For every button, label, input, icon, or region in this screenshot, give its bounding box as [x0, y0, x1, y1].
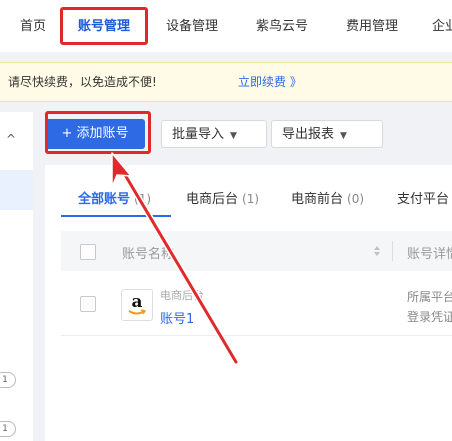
- highlight-box-add-button: [45, 111, 151, 154]
- account-tabs: 全部账号 (1) 电商后台 (1) 电商前台 (0) 支付平台: [45, 165, 452, 223]
- account-category: 电商后台: [160, 289, 204, 302]
- account-detail-credential: 登录凭证: [407, 310, 452, 324]
- sidebar-count-badge: 1: [0, 421, 16, 437]
- renewal-notice: 请尽快续费，以免造成不便! 立即续费 》: [0, 62, 452, 102]
- nav-home[interactable]: 首页: [20, 17, 46, 37]
- sidebar-selected-item[interactable]: [0, 170, 33, 210]
- tab-label: 电商前台: [291, 192, 344, 207]
- caret-down-icon: ▼: [230, 131, 237, 141]
- column-divider: [392, 241, 393, 261]
- tab-count: (0): [347, 192, 365, 206]
- export-report-label: 导出报表: [282, 127, 335, 142]
- account-panel: 全部账号(1) 电商后台(1) 电商前台(0) 支付平台 账号名称 账号详情 a…: [45, 165, 452, 441]
- tab-count: (1): [242, 192, 260, 206]
- tab-ecommerce-backend[interactable]: 电商后台 (1): [186, 188, 259, 207]
- sidebar-count-badge: 1: [0, 372, 16, 388]
- tab-all-accounts[interactable]: 全部账号 (1): [78, 188, 151, 207]
- account-name-link[interactable]: 账号1: [160, 308, 194, 327]
- batch-import-button[interactable]: 批量导入 ▼: [161, 120, 267, 148]
- amazon-logo-icon: a: [121, 289, 153, 321]
- batch-import-label: 批量导入: [172, 127, 225, 142]
- notice-text: 请尽快续费，以免造成不便!: [8, 75, 157, 89]
- select-all-checkbox[interactable]: [80, 244, 96, 260]
- tab-label: 电商后台: [186, 192, 239, 207]
- caret-down-icon: ▼: [340, 131, 347, 141]
- export-report-button[interactable]: 导出报表 ▼: [271, 120, 383, 148]
- nav-device-management[interactable]: 设备管理: [166, 17, 218, 37]
- active-tab-underline: [61, 215, 171, 217]
- tab-label: 支付平台: [397, 192, 450, 207]
- table-row[interactable]: a 电商后台 账号1 所属平台 登录凭证: [61, 271, 452, 336]
- tab-label: 全部账号: [78, 192, 131, 207]
- column-header-account-detail: 账号详情: [407, 247, 452, 262]
- table-header: 账号名称 账号详情: [61, 231, 452, 271]
- nav-billing[interactable]: 费用管理: [346, 17, 398, 37]
- renew-now-link[interactable]: 立即续费 》: [238, 73, 302, 90]
- highlight-box-nav: [60, 7, 148, 45]
- tab-ecommerce-frontend[interactable]: 电商前台 (0): [291, 188, 364, 207]
- amazon-smile-icon: [128, 309, 146, 315]
- sort-icon[interactable]: [373, 245, 381, 257]
- sidebar: ^ 1 1: [0, 112, 33, 441]
- column-header-account-name[interactable]: 账号名称: [122, 243, 174, 262]
- collapse-chevron-up-icon[interactable]: ^: [6, 132, 16, 146]
- row-checkbox[interactable]: [80, 296, 96, 312]
- tab-count: (1): [134, 192, 152, 206]
- nav-ziniao-cloud[interactable]: 紫鸟云号: [256, 17, 308, 37]
- account-detail-platform: 所属平台: [407, 290, 452, 304]
- tab-payment-platform[interactable]: 支付平台: [397, 188, 452, 207]
- nav-enterprise[interactable]: 企业: [432, 17, 452, 37]
